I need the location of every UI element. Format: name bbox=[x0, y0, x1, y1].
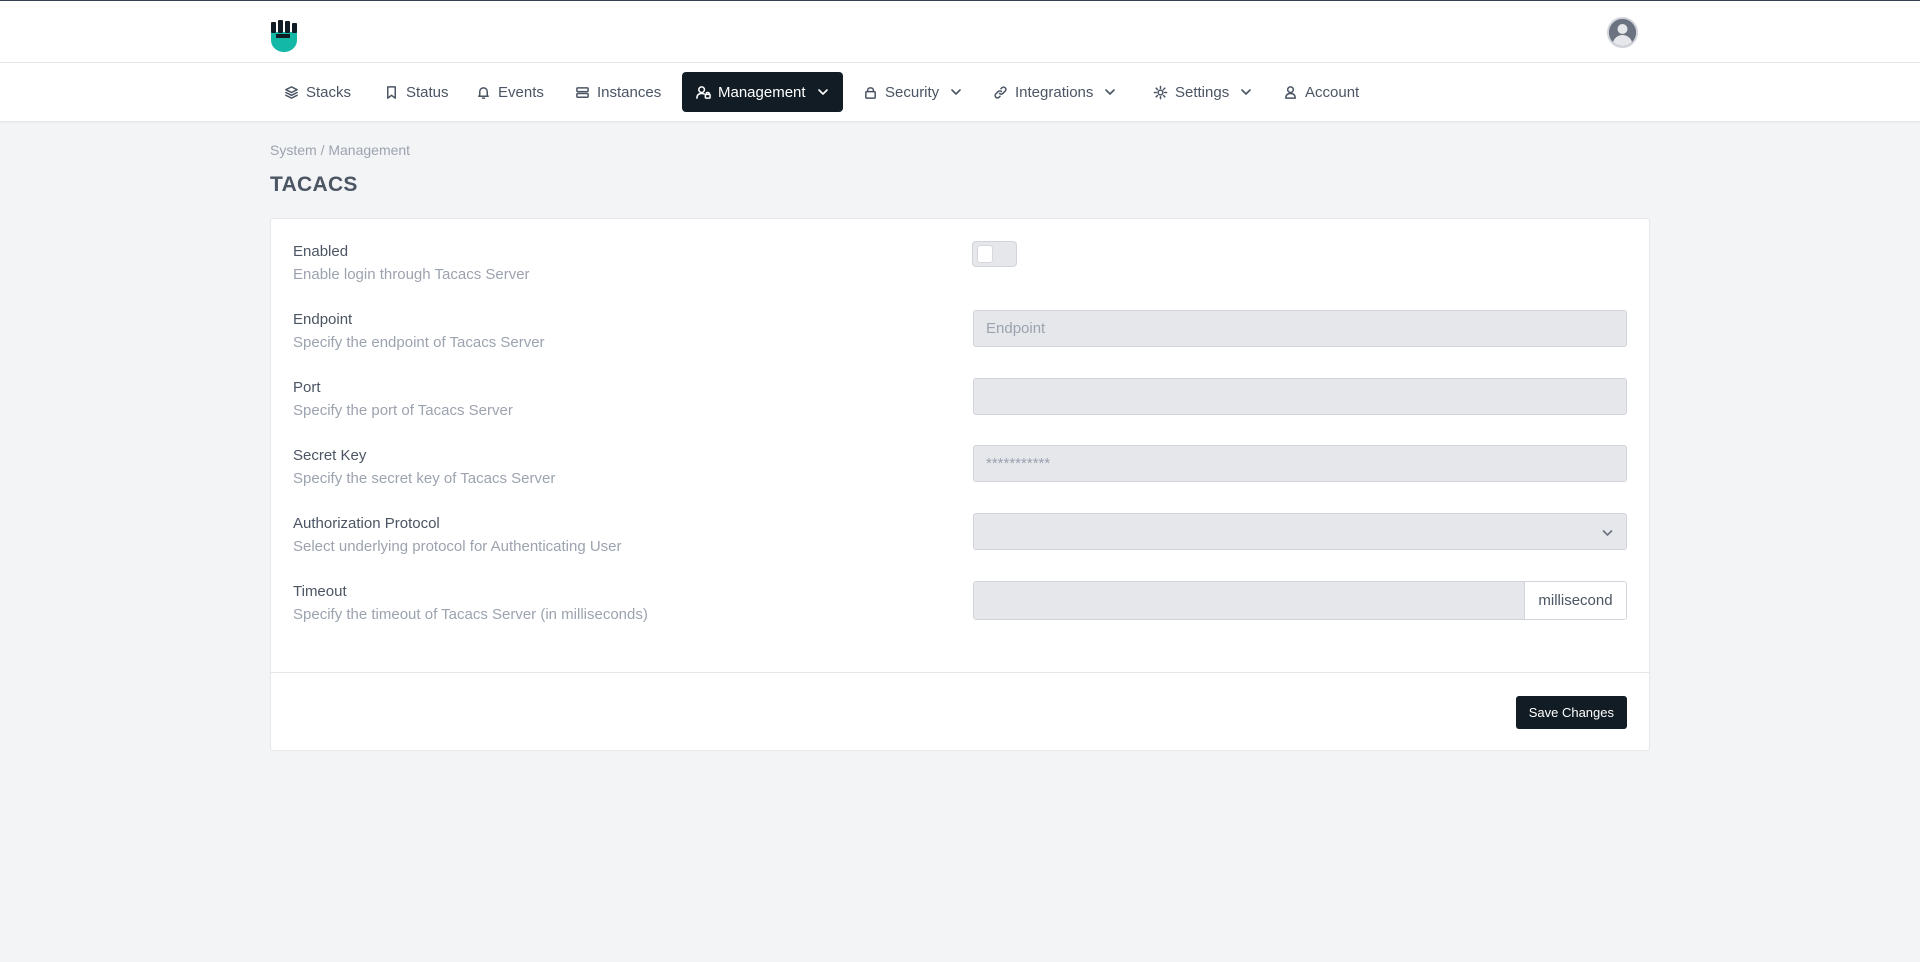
save-changes-button[interactable]: Save Changes bbox=[1515, 696, 1627, 729]
port-description: Specify the port of Tacacs Server bbox=[293, 402, 513, 419]
link-icon bbox=[994, 85, 1007, 99]
chevron-down-icon bbox=[1241, 89, 1252, 95]
secret-key-label: Secret Key bbox=[293, 447, 367, 464]
app-logo[interactable] bbox=[270, 20, 298, 53]
auth-protocol-row: Authorization Protocol Select underlying… bbox=[293, 515, 622, 555]
enabled-description: Enable login through Tacacs Server bbox=[293, 266, 530, 283]
timeout-field: millisecond bbox=[973, 581, 1627, 620]
gear-icon bbox=[1153, 85, 1168, 99]
bell-icon bbox=[478, 86, 489, 99]
nav-item-label: Settings bbox=[1175, 83, 1230, 101]
breadcrumb: System / Management bbox=[270, 142, 411, 158]
endpoint-description: Specify the endpoint of Tacacs Server bbox=[293, 334, 545, 351]
nav-item-label: Security bbox=[885, 83, 940, 101]
layers-icon bbox=[285, 85, 298, 99]
timeout-row: Timeout Specify the timeout of Tacacs Se… bbox=[293, 583, 648, 623]
auth-protocol-select[interactable] bbox=[973, 513, 1627, 550]
nav-item-stacks[interactable]: Stacks bbox=[270, 72, 365, 112]
timeout-description: Specify the timeout of Tacacs Server (in… bbox=[293, 606, 648, 623]
timeout-label: Timeout bbox=[293, 583, 347, 600]
endpoint-row: Endpoint Specify the endpoint of Tacacs … bbox=[293, 311, 545, 351]
nav-item-label: Integrations bbox=[1015, 83, 1094, 101]
nav-item-management[interactable]: Management bbox=[682, 72, 843, 112]
endpoint-label: Endpoint bbox=[293, 311, 353, 328]
port-input[interactable] bbox=[973, 378, 1627, 415]
top-header bbox=[0, 0, 1920, 63]
chevron-down-icon bbox=[951, 89, 961, 95]
timeout-input[interactable] bbox=[974, 582, 1524, 619]
toggle-knob bbox=[978, 246, 992, 262]
auth-protocol-label: Authorization Protocol bbox=[293, 515, 440, 532]
nav-item-label: Account bbox=[1305, 83, 1360, 101]
auth-protocol-description: Select underlying protocol for Authentic… bbox=[293, 538, 622, 555]
port-label: Port bbox=[293, 379, 321, 396]
user-icon bbox=[1285, 85, 1296, 99]
user-lock-icon bbox=[696, 85, 711, 99]
secret-key-row: Secret Key Specify the secret key of Tac… bbox=[293, 447, 555, 487]
nav-item-integrations[interactable]: Integrations bbox=[979, 72, 1130, 112]
enabled-row: Enabled Enable login through Tacacs Serv… bbox=[293, 243, 530, 283]
user-avatar[interactable] bbox=[1607, 17, 1638, 48]
enabled-label: Enabled bbox=[293, 243, 349, 260]
secret-key-description: Specify the secret key of Tacacs Server bbox=[293, 470, 556, 487]
endpoint-input[interactable] bbox=[973, 310, 1627, 347]
nav-item-account[interactable]: Account bbox=[1269, 72, 1373, 112]
server-icon bbox=[576, 86, 589, 98]
nav-item-label: Status bbox=[406, 83, 449, 101]
nav-item-label: Instances bbox=[597, 83, 662, 101]
nav-item-settings[interactable]: Settings bbox=[1139, 72, 1266, 112]
bookmark-icon bbox=[387, 85, 396, 99]
page-title: TACACS bbox=[270, 173, 358, 196]
port-row: Port Specify the port of Tacacs Server bbox=[293, 379, 513, 419]
nav-item-label: Events bbox=[498, 83, 544, 101]
nav-item-instances[interactable]: Instances bbox=[561, 72, 675, 112]
card-footer: Save Changes bbox=[271, 672, 1649, 750]
chevron-down-icon bbox=[1602, 529, 1613, 537]
enabled-toggle[interactable] bbox=[972, 241, 1017, 267]
main-nav: Stacks Status Events Instances Managemen… bbox=[0, 63, 1920, 122]
nav-item-security[interactable]: Security bbox=[849, 72, 976, 112]
chevron-down-icon bbox=[817, 89, 828, 95]
secret-key-input[interactable] bbox=[973, 445, 1627, 482]
nav-item-label: Stacks bbox=[306, 83, 352, 101]
nav-item-label: Management bbox=[718, 83, 806, 101]
lock-icon bbox=[865, 86, 876, 99]
tacacs-settings-card: Enabled Enable login through Tacacs Serv… bbox=[270, 218, 1650, 751]
nav-item-status[interactable]: Status bbox=[370, 72, 463, 112]
timeout-unit-addon: millisecond bbox=[1524, 582, 1626, 619]
chevron-down-icon bbox=[1105, 89, 1116, 95]
nav-item-events[interactable]: Events bbox=[462, 72, 558, 112]
